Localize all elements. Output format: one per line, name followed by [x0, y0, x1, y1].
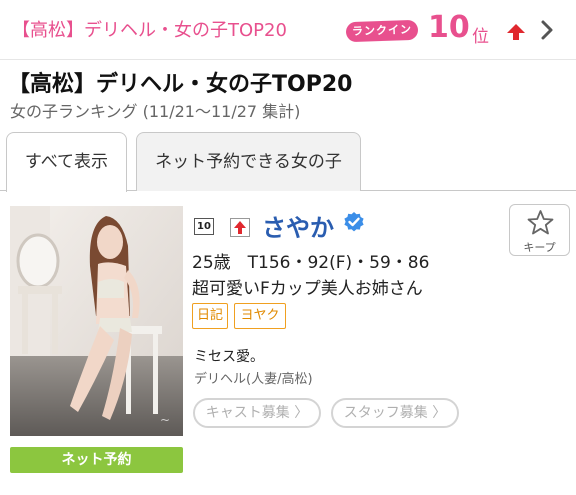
net-reserve-button[interactable]: ネット予約: [10, 447, 183, 473]
chevron-right-icon[interactable]: [538, 19, 556, 41]
cast-catchphrase: 超可愛いFカップ美人お姉さん: [192, 279, 423, 299]
tab-all[interactable]: すべて表示: [6, 132, 127, 192]
topbar-title[interactable]: 【高松】デリヘル・女の子TOP20: [12, 16, 287, 42]
cast-name[interactable]: さやか: [262, 208, 334, 243]
up-arrow-icon: [507, 24, 525, 40]
up-arrow-icon: [234, 221, 246, 234]
keep-button[interactable]: キープ: [509, 204, 570, 256]
tab-net-reservable[interactable]: ネット予約できる女の子: [136, 132, 361, 191]
rank-suffix: 位: [472, 27, 489, 47]
rank-mini-badge: 10: [194, 218, 214, 235]
cast-stats: 25歳 T156・92(F)・59・86: [192, 253, 430, 273]
cast-photo-image: ~: [10, 206, 183, 436]
cast-photo[interactable]: ~: [10, 206, 183, 436]
keep-label: キープ: [523, 241, 556, 254]
star-icon: [527, 210, 554, 235]
top-bar: 【高松】デリヘル・女の子TOP20 ランクイン 10 位: [0, 0, 576, 60]
ranking-period: 女の子ランキング (11/21〜11/27 集計): [10, 102, 301, 121]
rank-up-mini-badge: [230, 218, 250, 237]
tag-reservation[interactable]: ヨヤク: [234, 303, 286, 329]
staff-recruit-button[interactable]: スタッフ募集 〉: [331, 398, 459, 428]
rankin-badge: ランクイン: [345, 19, 419, 43]
cast-recruit-button[interactable]: キャスト募集 〉: [193, 398, 321, 428]
rank-number: 10: [428, 10, 470, 45]
cast-comment: ミセス愛。: [194, 349, 264, 365]
cast-category[interactable]: デリヘル(人妻/高松): [194, 368, 313, 387]
svg-text:~: ~: [160, 413, 170, 427]
verified-icon: [344, 212, 364, 232]
tag-diary[interactable]: 日記: [192, 303, 228, 329]
shop-title: 【高松】デリヘル・女の子TOP20: [8, 72, 353, 97]
